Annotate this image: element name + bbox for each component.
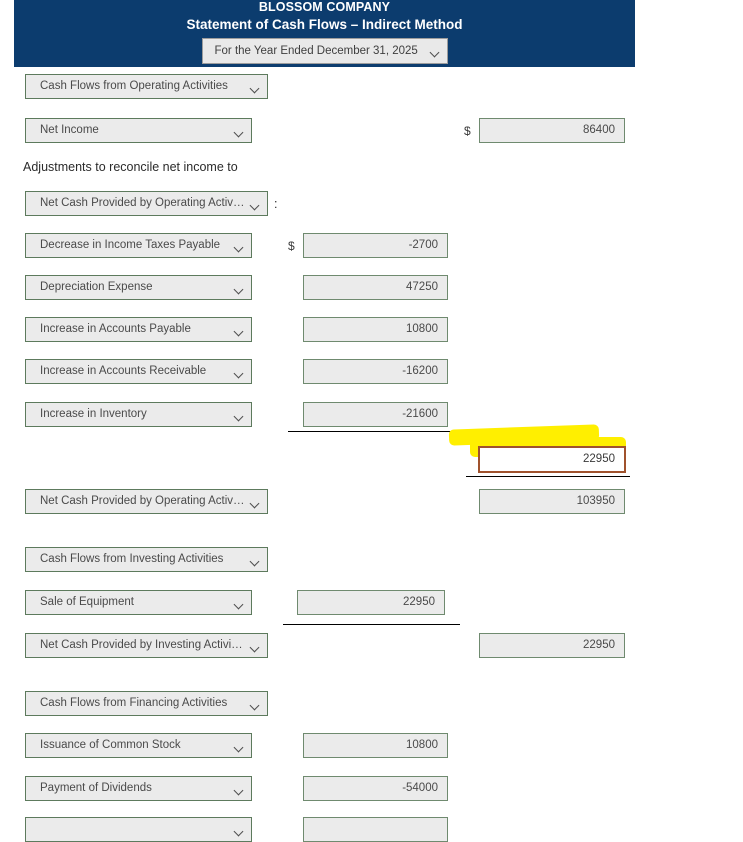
input-depreciation-expense-amount[interactable]: 47250 [303, 275, 448, 300]
statement-title: Statement of Cash Flows – Indirect Metho… [186, 17, 463, 32]
adjustments-label: Adjustments to reconcile net income to [23, 160, 238, 174]
input-increase-inventory-amount[interactable]: -21600 [303, 402, 448, 427]
select-operating-section-header[interactable]: Cash Flows from Operating Activities [25, 74, 268, 99]
input-increase-accounts-payable-amount[interactable]: 10800 [303, 317, 448, 342]
dollar-sign-adjustments: $ [288, 239, 295, 253]
input-payment-of-dividends-amount[interactable]: -54000 [303, 776, 448, 801]
input-net-cash-investing-amount[interactable]: 22950 [479, 633, 625, 658]
input-decrease-income-taxes-payable-amount[interactable]: -2700 [303, 233, 448, 258]
select-depreciation-expense[interactable]: Depreciation Expense [25, 275, 252, 300]
select-net-income[interactable]: Net Income [25, 118, 252, 143]
dollar-sign-net-income: $ [464, 124, 471, 138]
select-financing-section-header[interactable]: Cash Flows from Financing Activities [25, 691, 268, 716]
input-net-income-amount[interactable]: 86400 [479, 118, 625, 143]
select-sale-of-equipment[interactable]: Sale of Equipment [25, 590, 252, 615]
select-net-cash-investing[interactable]: Net Cash Provided by Investing Activitie… [25, 633, 268, 658]
select-issuance-common-stock[interactable]: Issuance of Common Stock [25, 733, 252, 758]
select-reconcile-target[interactable]: Net Cash Provided by Operating Activitie… [25, 191, 268, 216]
input-adjustments-total-amount[interactable]: 22950 [478, 446, 626, 473]
period-select[interactable]: For the Year Ended December 31, 2025 [201, 38, 448, 64]
select-decrease-income-taxes-payable[interactable]: Decrease in Income Taxes Payable [25, 233, 252, 258]
select-increase-inventory[interactable]: Increase in Inventory [25, 402, 252, 427]
subtotal-rule-investing [283, 624, 460, 625]
input-issuance-common-stock-amount[interactable]: 10800 [303, 733, 448, 758]
select-investing-section-header[interactable]: Cash Flows from Investing Activities [25, 547, 268, 572]
select-increase-accounts-payable[interactable]: Increase in Accounts Payable [25, 317, 252, 342]
select-net-cash-operating[interactable]: Net Cash Provided by Operating Activitie… [25, 489, 268, 514]
input-increase-accounts-receivable-amount[interactable]: -16200 [303, 359, 448, 384]
input-net-cash-operating-amount[interactable]: 103950 [479, 489, 625, 514]
select-next-row-partial[interactable] [25, 817, 252, 842]
input-next-row-partial-amount[interactable] [303, 817, 448, 842]
statement-header-banner: BLOSSOM COMPANY Statement of Cash Flows … [14, 0, 635, 67]
subtotal-rule-operating [466, 476, 630, 477]
subtotal-rule-adjustments [288, 431, 460, 432]
select-payment-of-dividends[interactable]: Payment of Dividends [25, 776, 252, 801]
select-increase-accounts-receivable[interactable]: Increase in Accounts Receivable [25, 359, 252, 384]
input-sale-of-equipment-amount[interactable]: 22950 [297, 590, 445, 615]
company-name: BLOSSOM COMPANY [258, 0, 391, 14]
reconcile-colon: : [274, 197, 278, 211]
